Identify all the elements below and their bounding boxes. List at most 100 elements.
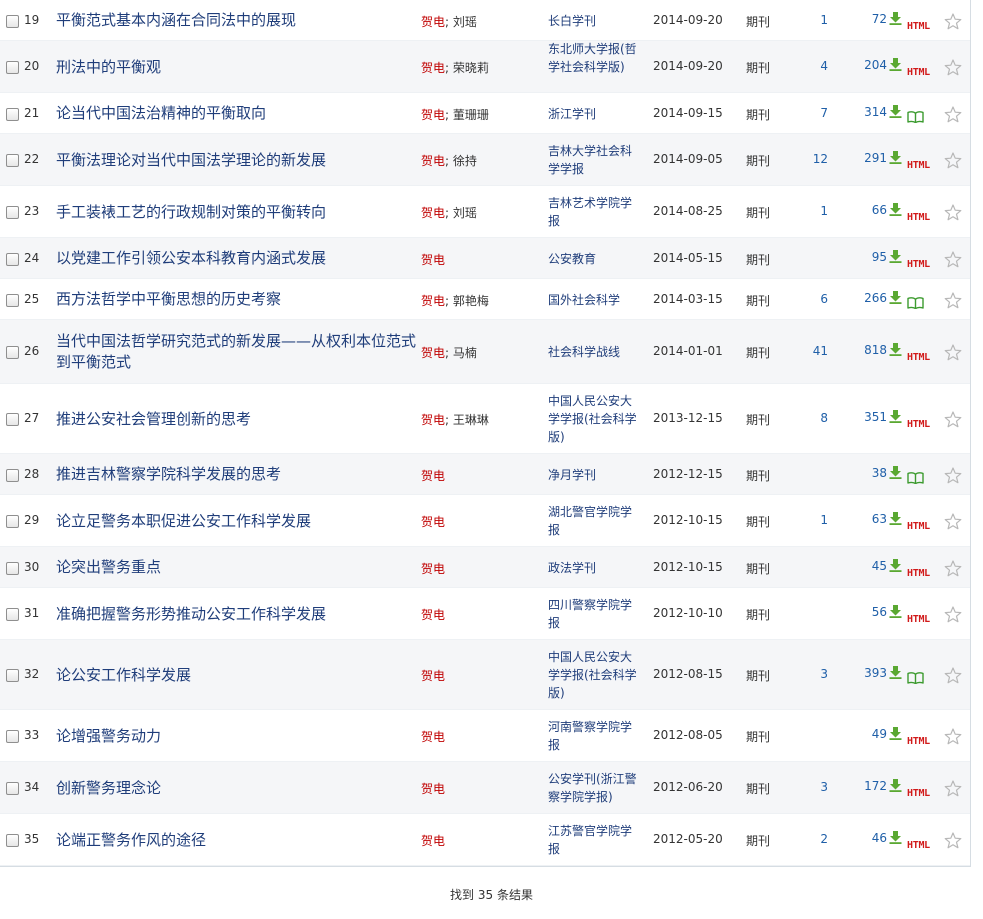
download-button[interactable]: 45 [844,558,902,573]
online-read-button[interactable] [907,108,935,127]
author-link[interactable]: 贺电 [421,294,445,308]
open-book-icon[interactable] [907,471,924,484]
favorite-button[interactable] [944,780,964,801]
article-title-link[interactable]: 以党建工作引领公安本科教育内涵式发展 [56,248,418,269]
favorite-button[interactable] [944,250,964,272]
article-title-link[interactable]: 西方法哲学中平衡思想的历史考察 [56,289,418,310]
download-button[interactable]: 314 [844,104,902,119]
row-checkbox[interactable] [6,252,19,266]
citation-count[interactable]: 4 [796,59,828,73]
html-read-button[interactable]: HTML [907,729,935,748]
favorite-button[interactable] [944,105,964,127]
author-link[interactable]: 贺电 [421,608,445,622]
star-outline-icon[interactable] [944,344,962,361]
star-outline-icon[interactable] [944,728,962,745]
article-title-link[interactable]: 创新警务理念论 [56,778,418,799]
author-link[interactable]: 贺电 [421,108,445,122]
row-checkbox[interactable] [6,561,19,575]
star-outline-icon[interactable] [944,250,962,268]
download-button[interactable]: 351 [844,410,902,424]
citation-count[interactable]: 6 [796,292,828,306]
download-button[interactable]: 95 [844,249,902,264]
source-journal-link[interactable]: 中国人民公安大学学报(社会科学版) [548,648,640,702]
citation-count[interactable]: 1 [796,513,828,527]
source-journal-link[interactable]: 湖北警官学院学报 [548,503,640,539]
source-journal-link[interactable]: 社会科学战线 [548,343,640,361]
download-button[interactable]: 63 [844,512,902,526]
author-link[interactable]: 贺电 [421,515,445,529]
favorite-button[interactable] [944,12,964,34]
source-journal-link[interactable]: 江苏警官学院学报 [548,822,640,858]
row-checkbox[interactable] [6,154,19,167]
row-checkbox[interactable] [6,107,19,121]
row-checkbox[interactable] [6,834,19,847]
html-read-button[interactable]: HTML [907,781,935,800]
star-outline-icon[interactable] [944,466,962,484]
row-checkbox[interactable] [6,61,19,74]
star-outline-icon[interactable] [944,411,962,428]
favorite-button[interactable] [944,59,964,80]
download-button[interactable]: 49 [844,727,902,741]
author-link[interactable]: 贺电 [421,834,445,848]
favorite-button[interactable] [944,606,964,627]
source-journal-link[interactable]: 国外社会科学 [548,291,640,309]
html-read-button[interactable]: HTML [907,345,935,364]
html-read-button[interactable]: HTML [907,561,935,580]
author-link[interactable]: 贺电 [421,61,445,75]
article-title-link[interactable]: 论当代中国法治精神的平衡取向 [56,103,418,124]
article-title-link[interactable]: 当代中国法哲学研究范式的新发展——从权利本位范式到平衡范式 [56,331,418,373]
html-read-button[interactable]: HTML [907,14,935,33]
author-link[interactable]: 贺电 [421,253,445,267]
row-checkbox[interactable] [6,608,19,621]
download-button[interactable]: 38 [844,465,902,480]
author-link[interactable]: 董珊珊 [453,108,489,122]
favorite-button[interactable] [944,513,964,534]
open-book-icon[interactable] [907,296,924,309]
row-checkbox[interactable] [6,413,19,426]
author-link[interactable]: 贺电 [421,15,445,29]
author-link[interactable]: 郭艳梅 [453,294,489,308]
star-outline-icon[interactable] [944,12,962,30]
download-button[interactable]: 66 [844,203,902,217]
row-checkbox[interactable] [6,515,19,528]
author-link[interactable]: 贺电 [421,669,445,683]
source-journal-link[interactable]: 浙江学刊 [548,105,640,123]
html-read-button[interactable]: HTML [907,607,935,626]
star-outline-icon[interactable] [944,559,962,577]
article-title-link[interactable]: 论端正警务作风的途径 [56,830,418,851]
article-title-link[interactable]: 论增强警务动力 [56,726,418,747]
star-outline-icon[interactable] [944,59,962,76]
author-link[interactable]: 王琳琳 [453,413,489,427]
article-title-link[interactable]: 准确把握警务形势推动公安工作科学发展 [56,604,418,625]
row-checkbox[interactable] [6,293,19,307]
citation-count[interactable]: 2 [796,832,828,846]
citation-count[interactable]: 41 [796,344,828,358]
source-journal-link[interactable]: 河南警察学院学报 [548,718,640,754]
star-outline-icon[interactable] [944,291,962,309]
source-journal-link[interactable]: 吉林艺术学院学报 [548,194,640,230]
download-button[interactable]: 291 [844,151,902,165]
download-button[interactable]: 393 [844,666,902,680]
download-button[interactable]: 46 [844,831,902,845]
row-checkbox[interactable] [6,782,19,795]
open-book-icon[interactable] [907,110,924,123]
star-outline-icon[interactable] [944,152,962,169]
favorite-button[interactable] [944,466,964,488]
favorite-button[interactable] [944,344,964,365]
citation-count[interactable]: 7 [796,106,828,120]
source-journal-link[interactable]: 四川警察学院学报 [548,596,640,632]
author-link[interactable]: 刘瑶 [453,15,477,29]
html-read-button[interactable]: HTML [907,252,935,271]
star-outline-icon[interactable] [944,513,962,530]
download-button[interactable]: 172 [844,779,902,793]
html-read-button[interactable]: HTML [907,412,935,431]
source-journal-link[interactable]: 吉林大学社会科学学报 [548,142,640,178]
author-link[interactable]: 刘瑶 [453,206,477,220]
source-journal-link[interactable]: 公安教育 [548,250,640,268]
row-checkbox[interactable] [6,669,19,682]
online-read-button[interactable] [907,469,935,488]
author-link[interactable]: 马楠 [453,346,477,360]
html-read-button[interactable]: HTML [907,60,935,79]
download-button[interactable]: 818 [844,343,902,357]
author-link[interactable]: 贺电 [421,206,445,220]
